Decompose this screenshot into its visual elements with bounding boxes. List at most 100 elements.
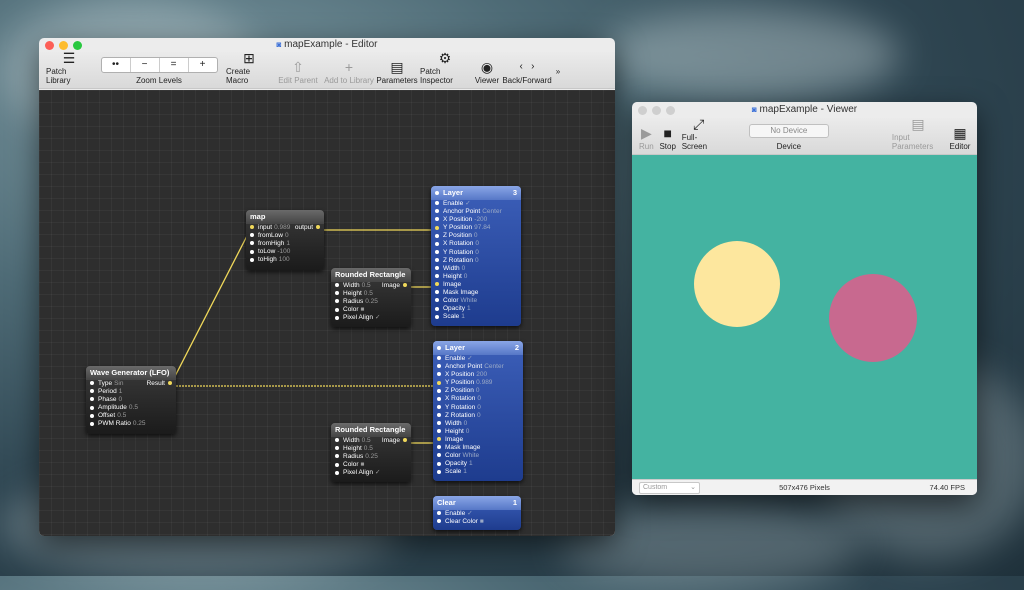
port-dot[interactable] (435, 249, 439, 254)
port-dot[interactable] (437, 404, 441, 409)
port-dot[interactable] (168, 381, 172, 386)
port-dot[interactable] (437, 429, 441, 434)
port-color[interactable]: Color ■ (331, 461, 411, 469)
port-dot[interactable] (437, 372, 441, 377)
port-dot[interactable] (435, 314, 439, 319)
port-dot[interactable] (435, 282, 439, 287)
port-enable[interactable]: Enable ✓ (431, 200, 521, 208)
port-pixel-align[interactable]: Pixel Align ✓ (331, 469, 411, 477)
close-button[interactable] (638, 106, 647, 115)
port-y-position[interactable]: Y Position 97.84 (431, 224, 521, 232)
rounded-rectangle-patch-1[interactable]: Rounded Rectangle Width 0.5 Image Height 0… (331, 268, 411, 327)
port-dot[interactable] (335, 470, 339, 475)
port-pwm-ratio[interactable]: PWM Ratio 0.25 (86, 420, 176, 428)
port-scale[interactable]: Scale 1 (433, 468, 523, 476)
port-dot[interactable] (437, 437, 441, 442)
port-dot[interactable] (250, 249, 254, 254)
port-opacity[interactable]: Opacity 1 (433, 460, 523, 468)
back-chevron-icon[interactable]: ‹ (519, 61, 522, 72)
port-dot[interactable] (403, 438, 407, 443)
port-dot[interactable] (335, 438, 339, 443)
layer-patch-2[interactable]: Layer 2 Enable ✓ Anchor Point Center X Posi… (433, 341, 523, 481)
port-dot[interactable] (437, 412, 441, 417)
close-button[interactable] (45, 41, 54, 50)
port-dot[interactable] (335, 307, 339, 312)
port-z-rotation[interactable]: Z Rotation 0 (431, 257, 521, 265)
parameters-button[interactable]: ▤ Parameters (376, 52, 417, 88)
port-height[interactable]: Height 0.5 (331, 290, 411, 298)
add-to-library-button[interactable]: + Add to Library (321, 52, 377, 88)
port-tohigh[interactable]: toHigh 100 (246, 256, 324, 264)
port-x-rotation[interactable]: X Rotation 0 (433, 395, 523, 403)
zoom-in-button[interactable]: + (189, 58, 217, 72)
port-dot[interactable] (435, 225, 439, 230)
port-dot[interactable] (335, 462, 339, 467)
port-x-position[interactable]: X Position -200 (431, 216, 521, 224)
edit-parent-button[interactable]: ⇧ Edit Parent (275, 52, 321, 88)
port-color[interactable]: Color ■ (331, 306, 411, 314)
port-dot[interactable] (435, 257, 439, 262)
port-enable[interactable]: Enable ✓ (433, 510, 521, 518)
zoom-button[interactable] (73, 41, 82, 50)
port-dot[interactable] (250, 225, 254, 230)
port-dot[interactable] (437, 461, 441, 466)
port-dot[interactable] (335, 454, 339, 459)
port-width[interactable]: Width 0 (433, 420, 523, 428)
port-dot[interactable] (437, 356, 441, 361)
port-dot[interactable] (437, 511, 441, 516)
create-macro-button[interactable]: ⊞ Create Macro (223, 50, 275, 88)
minimize-button[interactable] (652, 106, 661, 115)
port-image-output[interactable]: Image (382, 437, 407, 445)
port-dot[interactable] (435, 290, 439, 295)
port-phase[interactable]: Phase 0 (86, 396, 176, 404)
port-opacity[interactable]: Opacity 1 (431, 305, 521, 313)
device-select[interactable]: No Device (748, 124, 829, 138)
port-dot[interactable] (90, 421, 94, 426)
port-mask-image[interactable]: Mask Image (431, 289, 521, 297)
port-type[interactable]: Type Sin Result (86, 380, 176, 388)
port-tolow[interactable]: toLow -100 (246, 248, 324, 256)
wave-generator-patch[interactable]: Wave Generator (LFO) Type Sin Result Peri… (86, 366, 176, 434)
port-dot[interactable] (335, 283, 339, 288)
port-dot[interactable] (435, 274, 439, 279)
port-z-rotation[interactable]: Z Rotation 0 (433, 412, 523, 420)
zoom-actual-button[interactable]: = (160, 58, 189, 72)
port-width[interactable]: Width 0.5 Image (331, 282, 411, 290)
port-height[interactable]: Height 0 (431, 273, 521, 281)
port-result-output[interactable]: Result (147, 380, 172, 388)
port-dot[interactable] (435, 266, 439, 271)
port-dot[interactable] (435, 306, 439, 311)
port-enable[interactable]: Enable ✓ (433, 355, 523, 363)
forward-chevron-icon[interactable]: › (531, 61, 534, 72)
port-scale[interactable]: Scale 1 (431, 313, 521, 321)
port-period[interactable]: Period 1 (86, 388, 176, 396)
port-radius[interactable]: Radius 0.25 (331, 453, 411, 461)
map-patch[interactable]: map input 0.989 output fromLow 0 fromHigh 1… (246, 210, 324, 270)
port-amplitude[interactable]: Amplitude 0.5 (86, 404, 176, 412)
port-dot[interactable] (316, 225, 320, 230)
port-width[interactable]: Width 0 (431, 265, 521, 273)
port-dot[interactable] (435, 201, 439, 206)
port-dot[interactable] (250, 241, 254, 246)
port-clear-color[interactable]: Clear Color ■ (433, 518, 521, 526)
port-dot[interactable] (437, 421, 441, 426)
port-dot[interactable] (437, 380, 441, 385)
port-dot[interactable] (435, 209, 439, 214)
layer-order-badge[interactable]: 3 (513, 186, 517, 200)
port-dot[interactable] (437, 519, 441, 524)
port-dot[interactable] (90, 389, 94, 394)
port-height[interactable]: Height 0.5 (331, 445, 411, 453)
port-dot[interactable] (437, 364, 441, 369)
port-dot[interactable] (335, 291, 339, 296)
port-dot[interactable] (435, 298, 439, 303)
zoom-out-button[interactable]: − (131, 58, 160, 72)
port-output[interactable]: output (295, 224, 320, 232)
port-dot[interactable] (437, 388, 441, 393)
port-mask-image[interactable]: Mask Image (433, 444, 523, 452)
zoom-fit-button[interactable]: •• (102, 58, 131, 72)
port-dot[interactable] (90, 413, 94, 418)
patch-inspector-button[interactable]: ⚙ Patch Inspector (417, 50, 473, 88)
port-dot[interactable] (435, 233, 439, 238)
port-x-rotation[interactable]: X Rotation 0 (431, 240, 521, 248)
zoom-button[interactable] (666, 106, 675, 115)
